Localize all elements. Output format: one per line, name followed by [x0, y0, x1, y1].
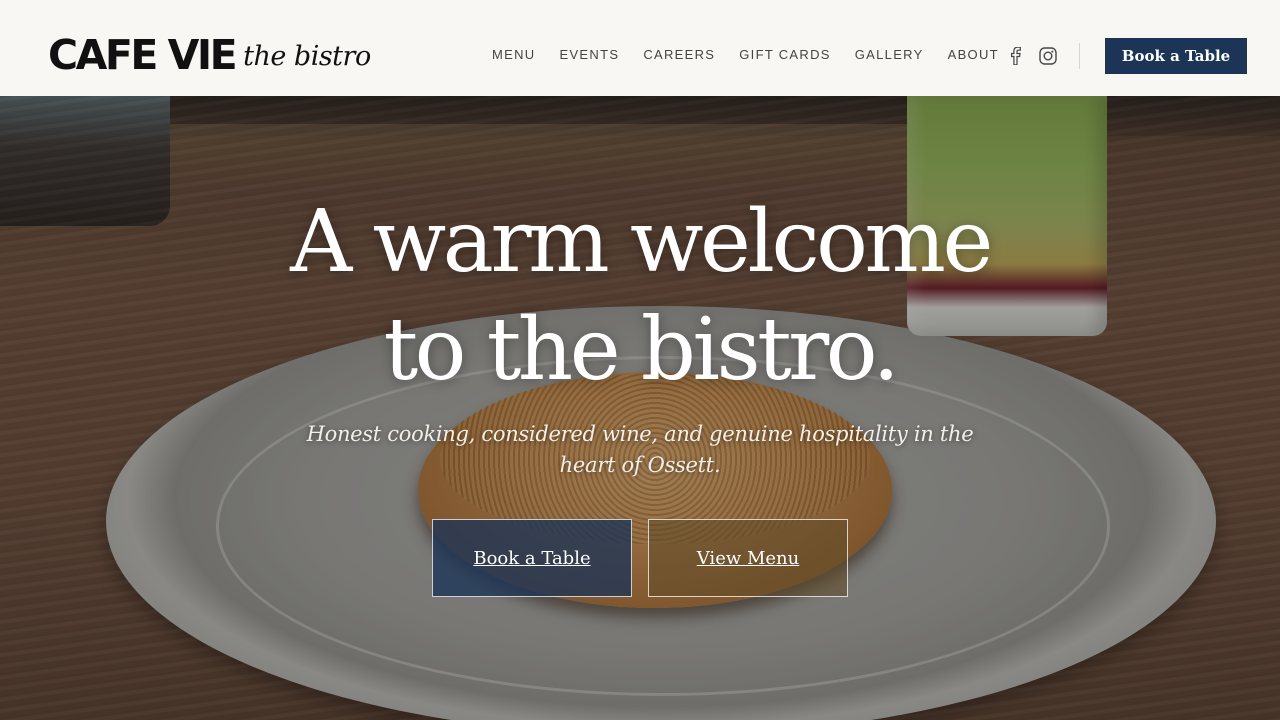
header-divider — [1079, 43, 1080, 69]
main-nav: MENU EVENTS CAREERS GIFT CARDS GALLERY A… — [492, 47, 1023, 63]
nav-item-menu[interactable]: MENU — [492, 47, 535, 63]
hero-subtitle: Honest cooking, considered wine, and gen… — [306, 422, 974, 477]
hero-book-table-button[interactable]: Book a Table — [432, 519, 632, 597]
nav-item-careers[interactable]: CAREERS — [643, 47, 715, 63]
hero-view-menu-button[interactable]: View Menu — [648, 519, 848, 597]
hero-title-line-2: to the bistro. — [383, 300, 900, 400]
social-links — [1006, 46, 1058, 66]
brand-name: CAFE VIE — [48, 31, 238, 79]
book-table-button[interactable]: Book a Table — [1105, 38, 1247, 74]
instagram-icon[interactable] — [1038, 46, 1058, 66]
nav-item-about[interactable]: ABOUT — [948, 47, 999, 63]
nav-item-gift-cards[interactable]: GIFT CARDS — [739, 47, 831, 63]
facebook-icon[interactable] — [1006, 46, 1026, 66]
hero-title: A warm welcome to the bistro. — [0, 188, 1280, 404]
nav-item-gallery[interactable]: GALLERY — [855, 47, 924, 63]
hero-section: A warm welcome to the bistro. Honest coo… — [0, 96, 1280, 720]
nav-item-events[interactable]: EVENTS — [559, 47, 619, 63]
brand-tagline: the bistro — [243, 41, 371, 72]
site-header: CAFE VIE the bistro MENU EVENTS CAREERS … — [0, 0, 1280, 96]
brand-logo[interactable]: CAFE VIE the bistro — [48, 34, 371, 76]
hero-title-line-1: A warm welcome — [290, 192, 993, 292]
